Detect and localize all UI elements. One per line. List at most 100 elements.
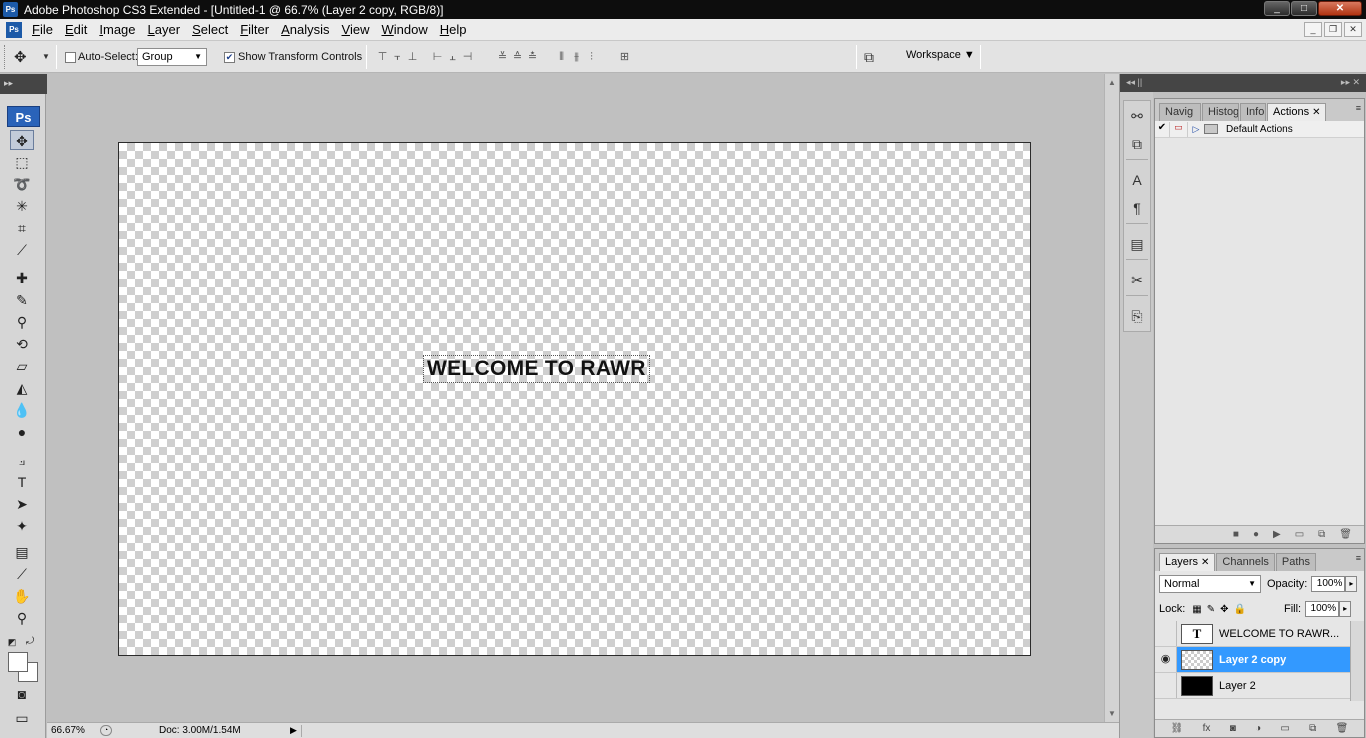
menu-help[interactable]: Help bbox=[434, 22, 473, 37]
align-top-icon[interactable]: ⊤ bbox=[376, 50, 389, 63]
menu-analysis[interactable]: Analysis bbox=[275, 22, 335, 37]
action-set-row[interactable]: ✔ ▭ ▷ Default Actions bbox=[1155, 121, 1364, 138]
menu-filter[interactable]: Filter bbox=[234, 22, 275, 37]
workspace-menu-button[interactable]: Workspace ▼ bbox=[906, 49, 975, 61]
vertical-scrollbar[interactable]: ▲ ▼ bbox=[1104, 74, 1119, 722]
app-menu-icon[interactable]: Ps bbox=[6, 21, 22, 38]
layer-row-selected[interactable]: ◉ Layer 2 copy bbox=[1155, 647, 1364, 673]
path-selection-tool-icon[interactable]: ➤ bbox=[10, 494, 34, 514]
move-tool-icon[interactable]: ✥ bbox=[10, 130, 34, 150]
new-layer-icon[interactable]: ⧉ bbox=[1309, 723, 1316, 734]
align-bottom-icon[interactable]: ⊥ bbox=[406, 50, 419, 63]
new-set-icon[interactable]: ▭ bbox=[1295, 529, 1304, 540]
auto-align-layers-icon[interactable]: ⊞ bbox=[618, 50, 631, 63]
panel-menu-icon[interactable]: ≡ bbox=[1356, 103, 1361, 113]
quick-mask-icon[interactable]: ◙ bbox=[10, 684, 34, 704]
character-panel-icon[interactable]: A bbox=[1124, 167, 1150, 193]
auto-select-checkbox[interactable] bbox=[65, 52, 76, 63]
brush-tool-icon[interactable]: ✎ bbox=[10, 290, 34, 310]
scroll-down-icon[interactable]: ▼ bbox=[1108, 709, 1116, 718]
brushes-panel-icon[interactable]: ⚯ bbox=[1124, 103, 1150, 129]
horizontal-scrollbar[interactable] bbox=[301, 725, 1101, 737]
doc-restore-button[interactable]: ❐ bbox=[1324, 22, 1342, 37]
paragraph-panel-icon[interactable]: ¶ bbox=[1124, 195, 1150, 221]
move-tool-preset-icon[interactable]: ✥ bbox=[14, 48, 27, 66]
menu-window[interactable]: Window bbox=[375, 22, 433, 37]
play-icon[interactable]: ▶ bbox=[1273, 529, 1281, 540]
status-menu-arrow[interactable]: ▶ bbox=[290, 725, 297, 736]
new-group-icon[interactable]: ▭ bbox=[1280, 723, 1289, 734]
align-vcenter-icon[interactable]: ⫟ bbox=[391, 50, 404, 63]
doc-close-button[interactable]: ✕ bbox=[1344, 22, 1362, 37]
trash-icon[interactable]: 🗑 bbox=[1339, 529, 1352, 540]
tab-navigator[interactable]: Navig bbox=[1159, 103, 1201, 121]
type-tool-icon[interactable]: T bbox=[10, 472, 34, 492]
show-transform-checkbox[interactable]: ✔ bbox=[224, 52, 235, 63]
dock-header[interactable]: ◂◂ || bbox=[1120, 74, 1153, 92]
menu-select[interactable]: Select bbox=[186, 22, 234, 37]
clone-stamp-tool-icon[interactable]: ⚲ bbox=[10, 312, 34, 332]
chevron-down-icon[interactable]: ▼ bbox=[42, 52, 50, 61]
canvas-text-layer[interactable]: WELCOME TO RAWR bbox=[423, 355, 650, 383]
clone-source-panel-icon[interactable]: ⧉ bbox=[1124, 131, 1150, 157]
tab-actions[interactable]: Actions ✕ bbox=[1267, 103, 1327, 121]
layer-row[interactable]: T WELCOME TO RAWR... bbox=[1155, 621, 1364, 647]
eye-icon[interactable]: ◉ bbox=[1155, 647, 1177, 672]
zoom-tool-icon[interactable]: ⚲ bbox=[10, 608, 34, 628]
distribute-right-icon[interactable]: ⫶ bbox=[585, 50, 598, 63]
magic-wand-tool-icon[interactable]: ✳ bbox=[10, 196, 34, 216]
tab-paths[interactable]: Paths bbox=[1275, 553, 1317, 571]
healing-brush-tool-icon[interactable]: ✚ bbox=[10, 268, 34, 288]
minimize-button[interactable]: _ bbox=[1264, 1, 1290, 16]
eraser-tool-icon[interactable]: ▱ bbox=[10, 356, 34, 376]
dialog-toggle-icon[interactable]: ▭ bbox=[1170, 121, 1188, 137]
align-left-icon[interactable]: ⊢ bbox=[431, 50, 444, 63]
maximize-button[interactable]: □ bbox=[1291, 1, 1317, 16]
layer-mask-icon[interactable]: ◙ bbox=[1230, 723, 1236, 734]
menu-image[interactable]: Image bbox=[93, 22, 141, 37]
distribute-bottom-icon[interactable]: ≛ bbox=[526, 50, 539, 63]
tab-layers[interactable]: Layers ✕ bbox=[1159, 553, 1216, 571]
options-grip[interactable] bbox=[4, 45, 7, 69]
close-button[interactable]: ✕ bbox=[1318, 1, 1362, 16]
layer-row[interactable]: Layer 2 bbox=[1155, 673, 1364, 699]
align-hcenter-icon[interactable]: ⫠ bbox=[446, 50, 459, 63]
blur-tool-icon[interactable]: 💧 bbox=[10, 400, 34, 420]
right-panel-header[interactable]: ▸▸ ✕ bbox=[1153, 74, 1366, 92]
distribute-top-icon[interactable]: ≚ bbox=[496, 50, 509, 63]
status-info-icon[interactable]: ◔ bbox=[100, 725, 112, 736]
eyedropper-tool-icon[interactable]: ⟋ bbox=[10, 564, 34, 584]
tab-histogram[interactable]: Histog bbox=[1202, 103, 1239, 121]
blend-mode-dropdown[interactable]: Normal ▼ bbox=[1159, 575, 1261, 593]
lock-transparent-icon[interactable]: ▦ bbox=[1192, 604, 1201, 615]
link-layers-icon[interactable]: ⛓ bbox=[1171, 723, 1184, 734]
lock-image-icon[interactable]: ✎ bbox=[1207, 604, 1215, 615]
expand-triangle-icon[interactable]: ▷ bbox=[1188, 124, 1204, 135]
default-colors-icon[interactable]: ◩ bbox=[6, 632, 18, 652]
fill-slider-arrow[interactable]: ▸ bbox=[1339, 601, 1352, 617]
slice-tool-icon[interactable]: ⟋ bbox=[10, 240, 34, 260]
ps-badge-icon[interactable]: Ps bbox=[7, 106, 40, 127]
bridge-icon[interactable]: ⧉ bbox=[864, 49, 874, 66]
menu-view[interactable]: View bbox=[336, 22, 376, 37]
zoom-level-field[interactable]: 66.67% bbox=[51, 725, 85, 736]
auto-select-target-dropdown[interactable]: Group ▼ bbox=[137, 48, 207, 66]
dodge-tool-icon[interactable]: ● bbox=[10, 422, 34, 442]
trash-icon[interactable]: 🗑 bbox=[1336, 723, 1349, 734]
distribute-vcenter-icon[interactable]: ≙ bbox=[511, 50, 524, 63]
record-icon[interactable]: ● bbox=[1253, 529, 1259, 540]
tab-info[interactable]: Info bbox=[1240, 103, 1266, 121]
opacity-slider-arrow[interactable]: ▸ bbox=[1345, 576, 1358, 592]
crop-tool-icon[interactable]: ⌗ bbox=[10, 218, 34, 238]
swap-colors-icon[interactable]: ⤾ bbox=[24, 632, 36, 652]
close-icon[interactable]: ✕ bbox=[1312, 107, 1320, 118]
stop-icon[interactable]: ■ bbox=[1233, 529, 1239, 540]
layers-scrollbar[interactable] bbox=[1350, 621, 1364, 701]
shape-tool-icon[interactable]: ✦ bbox=[10, 516, 34, 536]
fill-field[interactable]: 100% bbox=[1305, 601, 1340, 617]
close-icon[interactable]: ✕ bbox=[1201, 557, 1209, 568]
hand-tool-icon[interactable]: ✋ bbox=[10, 586, 34, 606]
tools-panel-header[interactable]: ▸▸ bbox=[0, 74, 48, 94]
distribute-hcenter-icon[interactable]: ⫵ bbox=[570, 50, 583, 63]
menu-edit[interactable]: Edit bbox=[59, 22, 93, 37]
